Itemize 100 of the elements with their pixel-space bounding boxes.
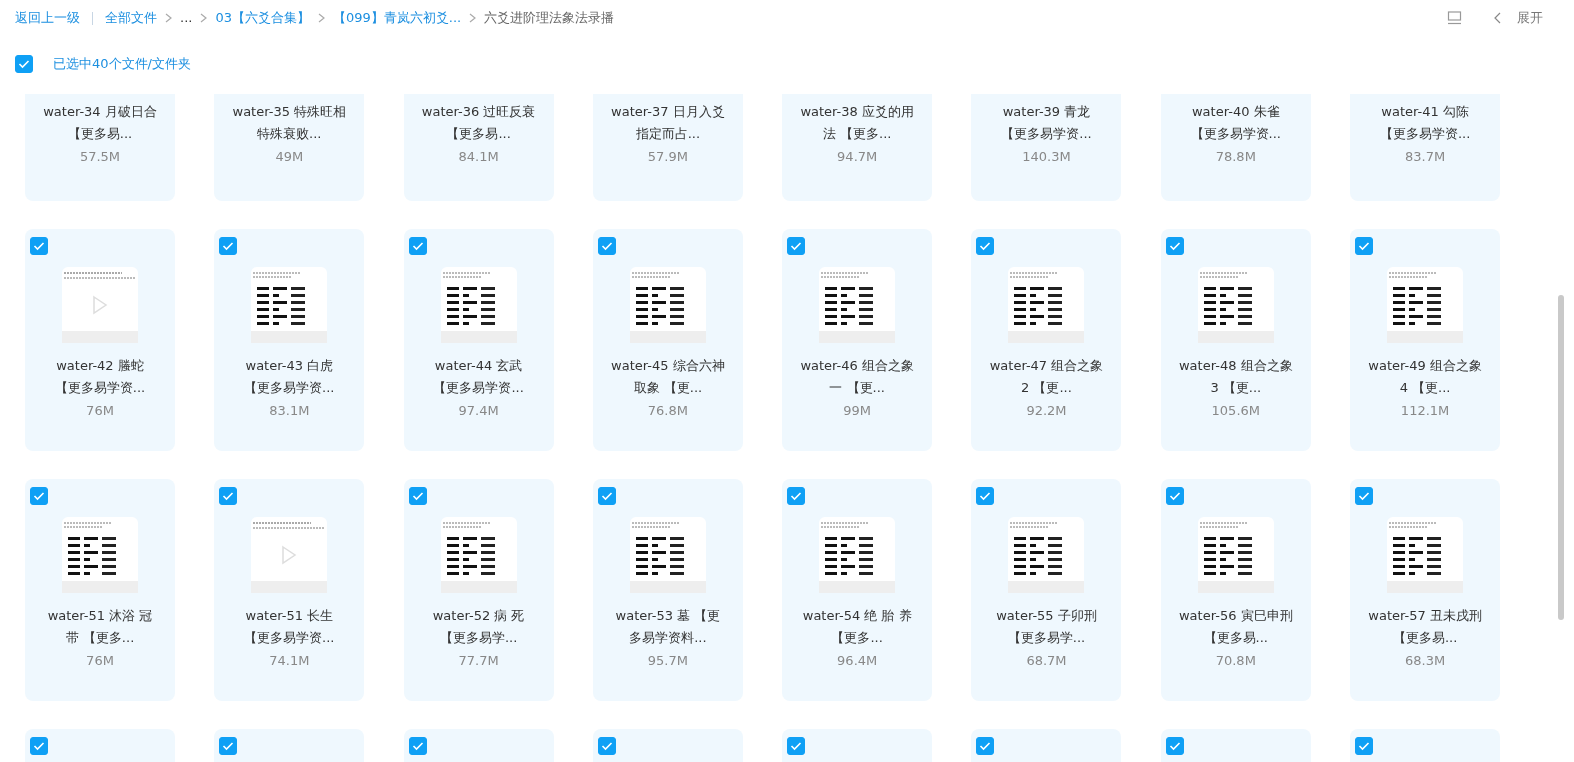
view-toggle-icon[interactable] bbox=[1447, 11, 1462, 25]
file-name: 【更多易... bbox=[66, 125, 134, 143]
file-card[interactable] bbox=[971, 729, 1122, 762]
file-size: 76.8M bbox=[646, 402, 689, 420]
checkbox[interactable] bbox=[787, 737, 806, 755]
file-card[interactable]: water-39 青龙 【更多易学资... 140.3M bbox=[971, 94, 1122, 201]
checkbox[interactable] bbox=[408, 237, 427, 255]
file-name: water-55 子卯刑 bbox=[995, 607, 1098, 625]
checkbox[interactable] bbox=[976, 737, 995, 755]
breadcrumb-link[interactable]: 03【六爻合集】 bbox=[215, 8, 310, 28]
file-size: 70.8M bbox=[1214, 652, 1257, 670]
file-name: water-43 白虎 bbox=[244, 357, 335, 375]
checkmark-icon bbox=[222, 491, 235, 501]
file-card[interactable] bbox=[592, 729, 743, 762]
file-card[interactable]: water-55 子卯刑 【更多易学... 68.7M bbox=[971, 479, 1122, 701]
file-size: 92.2M bbox=[1025, 402, 1068, 420]
file-card[interactable]: water-44 玄武 【更多易学资... 97.4M bbox=[403, 229, 554, 451]
file-name: water-52 病 死 bbox=[431, 607, 526, 625]
checkmark-icon bbox=[33, 741, 45, 751]
file-name: 取象 【更... bbox=[632, 379, 704, 397]
expand-button[interactable]: 展开 bbox=[1517, 8, 1543, 28]
checkbox[interactable] bbox=[597, 487, 616, 505]
file-size: 96.4M bbox=[836, 652, 879, 670]
file-card[interactable]: water-53 墓 【更 多易学资料... 95.7M bbox=[592, 479, 743, 701]
file-name: 多易学资料... bbox=[628, 629, 708, 647]
file-name: 【更多易学资... bbox=[432, 379, 525, 397]
checkbox[interactable] bbox=[408, 487, 427, 505]
checkbox[interactable] bbox=[219, 487, 238, 505]
file-card[interactable]: water-37 日月入爻 指定而占... 57.9M bbox=[592, 94, 743, 201]
file-name: water-45 综合六神 bbox=[610, 357, 726, 375]
file-card[interactable]: water-34 月破日合 【更多易... 57.5M bbox=[25, 94, 175, 201]
breadcrumb-link[interactable]: 【099】青岚六初爻... bbox=[332, 8, 462, 28]
file-name: water-47 组合之象 bbox=[988, 357, 1105, 375]
file-name: 【更多易... bbox=[1202, 629, 1269, 647]
file-card[interactable] bbox=[1160, 729, 1311, 762]
file-name: water-53 墓 【更 bbox=[614, 607, 722, 625]
chevron-left-icon bbox=[1494, 12, 1501, 24]
checkbox[interactable] bbox=[1355, 237, 1374, 255]
checkbox[interactable] bbox=[15, 55, 33, 73]
file-card[interactable]: water-51 沐浴 冠 带 【更多... 76M bbox=[25, 479, 175, 701]
checkbox[interactable] bbox=[787, 487, 806, 505]
checkbox[interactable] bbox=[597, 737, 616, 755]
file-card[interactable]: water-51 长生 【更多易学资... 74.1M bbox=[214, 479, 365, 701]
file-card[interactable]: water-49 组合之象 4 【更... 112.1M bbox=[1350, 229, 1501, 451]
file-card[interactable]: water-56 寅巳申刑 【更多易... 70.8M bbox=[1160, 479, 1311, 701]
selection-count: 已选中40个文件/文件夹 bbox=[52, 55, 191, 74]
checkbox[interactable] bbox=[1165, 737, 1184, 755]
file-card[interactable]: water-48 组合之象 3 【更... 105.6M bbox=[1160, 229, 1311, 451]
chevron-right-icon bbox=[469, 13, 477, 23]
checkbox[interactable] bbox=[219, 737, 238, 755]
file-card[interactable] bbox=[214, 729, 365, 762]
file-card[interactable]: water-38 应爻的用 法 【更多... 94.7M bbox=[782, 94, 933, 201]
file-card[interactable]: water-43 白虎 【更多易学资... 83.1M bbox=[214, 229, 365, 451]
checkbox[interactable] bbox=[597, 237, 616, 255]
file-card[interactable]: water-40 朱雀 【更多易学资... 78.8M bbox=[1160, 94, 1311, 201]
file-name: water-39 青龙 bbox=[1001, 103, 1092, 121]
checkbox[interactable] bbox=[30, 487, 48, 505]
checkbox[interactable] bbox=[976, 237, 995, 255]
file-card[interactable]: water-42 螣蛇 【更多易学资... 76M bbox=[25, 229, 175, 451]
checkbox[interactable] bbox=[1165, 487, 1184, 505]
checkbox[interactable] bbox=[219, 237, 238, 255]
file-name: 【更多易学资... bbox=[53, 379, 147, 397]
checkmark-icon bbox=[790, 241, 803, 251]
checkmark-icon bbox=[600, 491, 613, 501]
file-card[interactable] bbox=[782, 729, 933, 762]
checkbox[interactable] bbox=[408, 737, 427, 755]
file-name: 【更多易学资... bbox=[1000, 125, 1093, 143]
checkmark-icon bbox=[33, 241, 45, 251]
checkbox[interactable] bbox=[976, 487, 995, 505]
scrollbar-thumb[interactable] bbox=[1558, 295, 1564, 620]
file-size: 49M bbox=[274, 148, 305, 166]
checkbox[interactable] bbox=[1355, 487, 1374, 505]
file-card[interactable]: water-41 勾陈 【更多易学资... 83.7M bbox=[1350, 94, 1501, 201]
file-card[interactable]: water-47 组合之象 2 【更... 92.2M bbox=[971, 229, 1122, 451]
file-card[interactable]: water-45 综合六神 取象 【更... 76.8M bbox=[592, 229, 743, 451]
checkbox[interactable] bbox=[30, 237, 48, 255]
back-link[interactable]: 返回上一级 bbox=[15, 8, 80, 28]
checkbox[interactable] bbox=[1165, 237, 1184, 255]
checkbox[interactable] bbox=[30, 737, 48, 755]
file-card[interactable]: water-52 病 死 【更多易学... 77.7M bbox=[403, 479, 554, 701]
file-card[interactable]: water-54 绝 胎 养 【更多... 96.4M bbox=[782, 479, 933, 701]
file-card[interactable]: water-35 特殊旺相 特殊衰败... 49M bbox=[214, 94, 365, 201]
checkbox[interactable] bbox=[787, 237, 806, 255]
checkmark-icon bbox=[411, 241, 424, 251]
file-card[interactable] bbox=[1350, 729, 1501, 762]
file-size: 57.9M bbox=[646, 148, 689, 166]
file-name: 一 【更... bbox=[828, 379, 886, 397]
checkmark-icon bbox=[222, 741, 235, 751]
file-card[interactable] bbox=[25, 729, 175, 762]
breadcrumb-ellipsis[interactable]: ... bbox=[180, 8, 193, 28]
breadcrumb-link[interactable]: 全部文件 bbox=[105, 8, 157, 28]
file-card[interactable] bbox=[403, 729, 554, 762]
checkbox[interactable] bbox=[1355, 737, 1374, 755]
file-size: 94.7M bbox=[836, 148, 879, 166]
file-size: 78.8M bbox=[1214, 148, 1257, 166]
file-name: 带 【更多... bbox=[64, 629, 136, 647]
file-card[interactable]: water-57 丑未戌刑 【更多易... 68.3M bbox=[1350, 479, 1501, 701]
file-card[interactable]: water-46 组合之象 一 【更... 99M bbox=[782, 229, 933, 451]
breadcrumb-current: 六爻进阶理法象法录播 bbox=[484, 9, 615, 28]
file-card[interactable]: water-36 过旺反衰 【更多易... 84.1M bbox=[403, 94, 554, 201]
